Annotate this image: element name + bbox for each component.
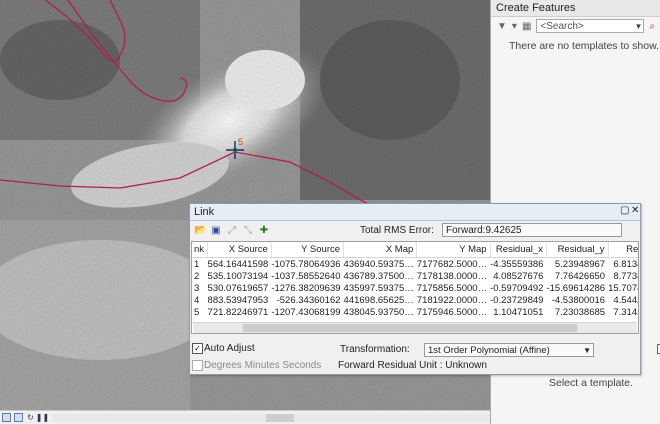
- search-placeholder: <Search>: [540, 21, 584, 32]
- organize-templates-icon[interactable]: ▦: [522, 21, 531, 32]
- select-template-message: Select a template.: [549, 377, 634, 389]
- residual-unit-text: Forward Residual Unit : Unknown: [338, 360, 487, 371]
- map-horizontal-scrollbar[interactable]: [52, 414, 490, 422]
- table-horizontal-scrollbar[interactable]: [193, 322, 637, 333]
- table-cell: -4.53800016: [551, 294, 606, 306]
- table-cell: 438045.93750…: [343, 306, 414, 318]
- panel-title: Create Features: [491, 0, 660, 17]
- table-cell: 4.54420026: [613, 294, 638, 306]
- window-title: Link: [194, 206, 215, 218]
- dms-label: Degrees Minutes Seconds: [204, 360, 322, 371]
- dropdown-arrow-icon[interactable]: ▾: [512, 21, 517, 32]
- table-cell: 4: [194, 294, 200, 306]
- column-header[interactable]: Y Map: [416, 242, 491, 258]
- table-cell: -1075.78064936: [271, 258, 341, 270]
- create-features-toolbar: ▼ ▾ ▦ <Search> ▼ ⌕: [491, 17, 660, 35]
- table-cell: 436940.59375…: [343, 258, 414, 270]
- table-cell: 435997.59375…: [343, 282, 414, 294]
- data-view-icon[interactable]: [2, 413, 11, 422]
- transformation-label: Transformation:: [340, 344, 410, 355]
- column-header[interactable]: Residual: [608, 242, 638, 258]
- table-cell: 6.81347561: [613, 258, 638, 270]
- column-header[interactable]: Y Source: [271, 242, 345, 258]
- column-header[interactable]: Residual_y: [546, 242, 609, 258]
- table-cell: 436789.37500…: [343, 270, 414, 282]
- table-cell: 15.70749576: [608, 282, 638, 294]
- no-templates-message: There are no templates to show.: [509, 40, 659, 52]
- transformation-value: 1st Order Polynomial (Affine): [428, 345, 550, 356]
- table-cell: -1207.43068199: [271, 306, 341, 318]
- table-cell: 8.77344405: [613, 270, 638, 282]
- zoom-to-link-icon[interactable]: ⤡: [242, 225, 254, 237]
- auto-adjust-checkbox[interactable]: ✓: [192, 343, 203, 354]
- table-cell: 530.07619657: [207, 282, 269, 294]
- layout-view-icon[interactable]: [14, 413, 23, 422]
- table-row[interactable]: 2 535.10073194 -1037.58552640 436789.375…: [192, 270, 638, 282]
- table-row[interactable]: 5 721.82246971 -1207.43068199 438045.937…: [192, 306, 638, 318]
- link-point-label: 5: [238, 137, 243, 147]
- table-cell: 441698.65625…: [343, 294, 414, 306]
- save-icon[interactable]: ▣: [210, 225, 222, 237]
- link-table[interactable]: nk X Source Y Source X Map Y Map Residua…: [191, 241, 639, 334]
- table-cell: -1276.38209639: [271, 282, 341, 294]
- table-cell: -15.69614286: [546, 282, 606, 294]
- table-row[interactable]: 1 564.16441598 -1075.78064936 436940.593…: [192, 258, 638, 271]
- table-cell: 7175856.5000…: [416, 282, 488, 294]
- auto-adjust-label: Auto Adjust: [204, 343, 255, 354]
- refresh-icon[interactable]: ↻: [26, 413, 35, 422]
- table-cell: 4.08527676: [493, 270, 544, 282]
- table-row[interactable]: 3 530.07619657 -1276.38209639 435997.593…: [192, 282, 638, 294]
- table-cell: -4.35559386: [490, 258, 544, 270]
- table-cell: 883.53947953: [207, 294, 269, 306]
- rms-error-label: Total RMS Error:: [360, 225, 434, 236]
- link-window-titlebar[interactable]: Link ▢ ✕: [190, 204, 640, 221]
- filter-icon[interactable]: ▼: [497, 21, 507, 32]
- open-folder-icon[interactable]: 📂: [194, 225, 206, 237]
- rms-error-value: Forward:9.42625: [442, 223, 622, 237]
- restore-window-icon[interactable]: ▢: [620, 205, 629, 216]
- table-cell: 2: [194, 270, 200, 282]
- table-cell: 7178138.0000…: [416, 270, 488, 282]
- select-link-icon[interactable]: ⤢: [226, 225, 238, 237]
- table-cell: 564.16441598: [207, 258, 269, 270]
- table-cell: 721.82246971: [207, 306, 269, 318]
- map-status-bar: ↻ ❚❚: [0, 410, 490, 424]
- table-cell: 7177682.5000…: [416, 258, 488, 270]
- table-cell: -0.23729849: [490, 294, 544, 306]
- table-cell: 535.10073194: [207, 270, 269, 282]
- template-search-input[interactable]: <Search> ▼: [536, 19, 645, 34]
- table-row[interactable]: 4 883.53947953 -526.34360162 441698.6562…: [192, 294, 638, 306]
- column-header[interactable]: X Map: [343, 242, 418, 258]
- scrollbar-thumb[interactable]: [243, 324, 577, 332]
- table-cell: -526.34360162: [276, 294, 341, 306]
- table-cell: 1.10471051: [493, 306, 544, 318]
- table-cell: 7175946.5000…: [416, 306, 488, 318]
- link-table-window: Link ▢ ✕ 📂 ▣ ⤢ ⤡ ✚ Total RMS Error: Forw…: [189, 203, 641, 375]
- transformation-select[interactable]: 1st Order Polynomial (Affine) ▼: [424, 343, 594, 357]
- link-toolbar: 📂 ▣ ⤢ ⤡ ✚ Total RMS Error: Forward:9.426…: [190, 221, 640, 241]
- table-cell: 7.76426650: [554, 270, 606, 282]
- chevron-down-icon[interactable]: ▼: [583, 344, 591, 358]
- close-icon[interactable]: ✕: [631, 205, 639, 216]
- table-cell: 7181922.0000…: [416, 294, 488, 306]
- table-cell: 5: [194, 306, 200, 318]
- column-header[interactable]: X Source: [207, 242, 272, 258]
- chevron-down-icon[interactable]: ▼: [634, 20, 642, 34]
- table-cell: 7.23038685: [554, 306, 606, 318]
- table-cell: -0.59709492: [490, 282, 544, 294]
- pause-drawing-icon[interactable]: ❚❚: [36, 413, 49, 422]
- table-cell: 7.31429281: [613, 306, 638, 318]
- column-header[interactable]: nk: [192, 242, 209, 258]
- link-options: ✓ Auto Adjust Degrees Minutes Seconds Tr…: [190, 335, 640, 375]
- delete-link-icon[interactable]: ✚: [258, 225, 270, 237]
- table-cell: 3: [194, 282, 200, 294]
- search-icon[interactable]: ⌕: [649, 21, 655, 32]
- table-cell: -1037.58552640: [271, 270, 341, 282]
- table-cell: 1: [194, 258, 200, 270]
- scrollbar-thumb[interactable]: [266, 414, 294, 422]
- table-cell: 5.23948967: [554, 258, 606, 270]
- column-header[interactable]: Residual_x: [490, 242, 547, 258]
- dms-checkbox[interactable]: [192, 360, 203, 371]
